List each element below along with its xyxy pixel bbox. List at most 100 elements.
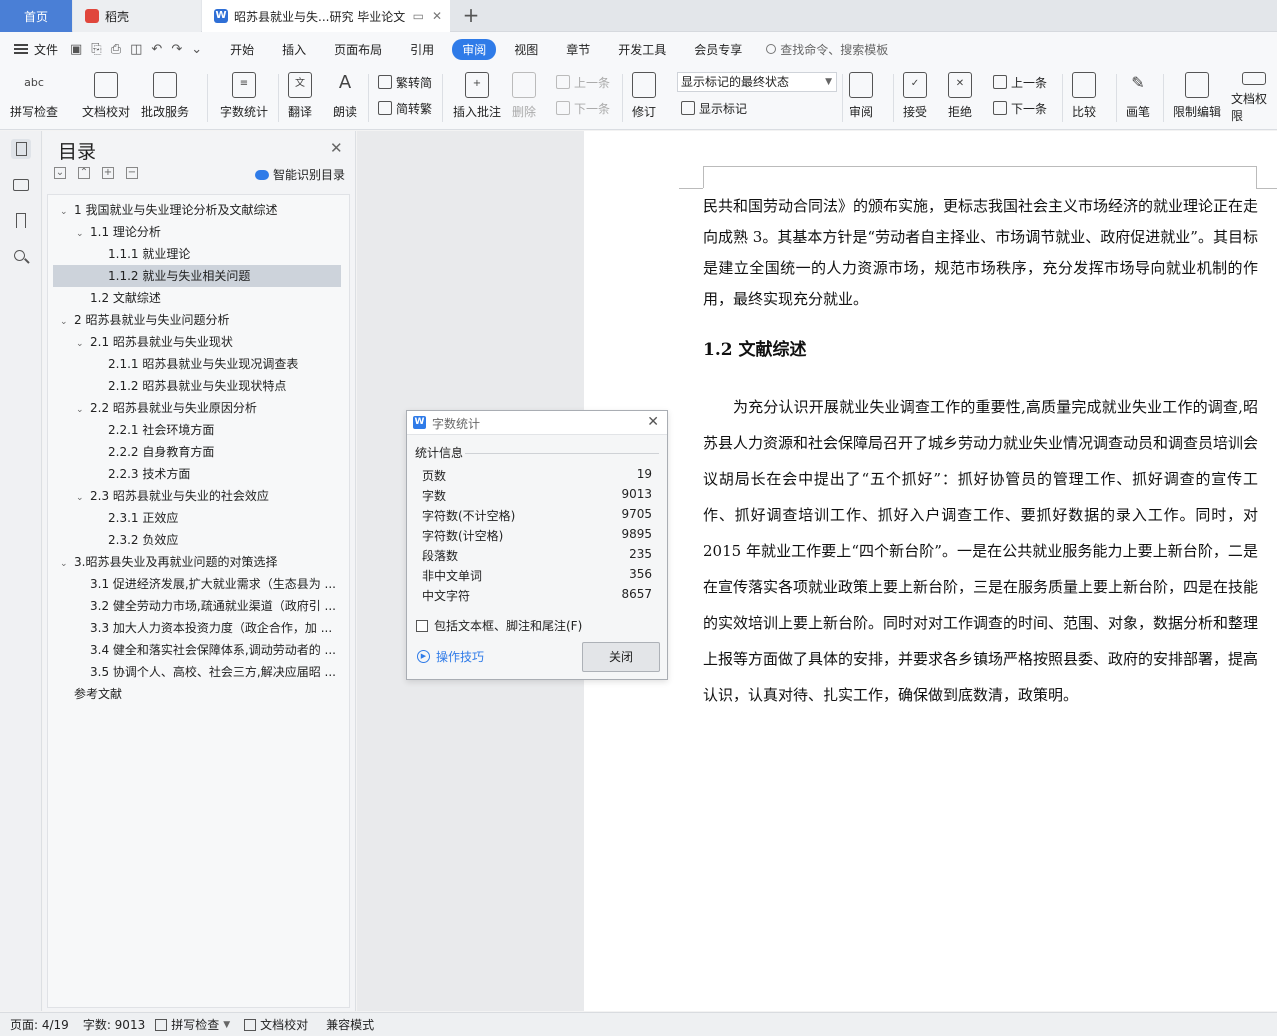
tips-link[interactable]: ▶ 操作技巧 <box>417 648 484 665</box>
next-change-button[interactable]: 下一条 <box>993 98 1047 118</box>
chevron-down-icon[interactable]: ⌄ <box>76 399 90 419</box>
command-search[interactable]: 查找命令、搜索模板 <box>766 41 888 58</box>
track-changes-button[interactable]: 修订 <box>632 70 656 124</box>
toc-item[interactable]: 1.1.2 就业与失业相关问题 <box>53 265 341 287</box>
document-body[interactable]: 民共和国劳动合同法》的颁布实施，更标志我国社会主义市场经济的就业理论正在走向成熟… <box>703 191 1258 713</box>
tab-close-icon[interactable]: ✕ <box>432 9 442 23</box>
chevron-down-icon[interactable]: ⌄ <box>60 311 74 331</box>
chevron-down-icon[interactable]: ⌄ <box>76 223 90 243</box>
menu-tab-developer[interactable]: 开发工具 <box>608 39 676 60</box>
toc-item[interactable]: ⌄ 2.3 昭苏县就业与失业的社会效应 <box>48 485 341 507</box>
redo-icon[interactable]: ↷ <box>171 42 182 57</box>
next-comment-button[interactable]: 下一条 <box>556 98 610 118</box>
toc-item[interactable]: 2.3.2 负效应 <box>48 529 341 551</box>
menu-tab-member[interactable]: 会员专享 <box>684 39 752 60</box>
tab-home[interactable]: 首页 <box>0 0 72 32</box>
prev-change-button[interactable]: 上一条 <box>993 72 1047 92</box>
print-icon[interactable]: ⎙ <box>111 42 121 57</box>
outline-nav-icon[interactable] <box>11 139 31 159</box>
toc-item[interactable]: 3.1 促进经济发展,扩大就业需求（生态县为 ... <box>48 573 341 595</box>
close-icon[interactable]: ✕ <box>330 139 343 157</box>
toc-item[interactable]: 3.3 加大人力资本投资力度（政企合作，加 ... <box>48 617 341 639</box>
read-aloud-button[interactable]: A 朗读 <box>333 70 357 124</box>
toc-item[interactable]: 2.3.1 正效应 <box>48 507 341 529</box>
toc-item[interactable]: 3.5 协调个人、高校、社会三方,解决应届昭 ... <box>48 661 341 683</box>
menu-tab-references[interactable]: 引用 <box>400 39 444 60</box>
chevron-down-icon[interactable]: ⌄ <box>60 553 74 573</box>
toc-item[interactable]: 2.2.2 自身教育方面 <box>48 441 341 463</box>
menu-tab-insert[interactable]: 插入 <box>272 39 316 60</box>
simp-to-trad-button[interactable]: 简转繁 <box>378 98 432 118</box>
delete-comment-button[interactable]: 删除 <box>512 70 536 124</box>
toc-item[interactable]: 3.4 健全和落实社会保障体系,调动劳动者的 ... <box>48 639 341 661</box>
add-level-icon[interactable]: + <box>102 167 114 179</box>
toc-item[interactable]: 1.2 文献综述 <box>48 287 341 309</box>
find-icon[interactable] <box>11 247 31 267</box>
include-textbox-checkbox[interactable]: 包括文本框、脚注和尾注(F) <box>416 617 582 634</box>
menu-tab-review[interactable]: 审阅 <box>452 38 497 60</box>
pen-button[interactable]: ✎ 画笔 <box>1126 70 1150 124</box>
tab-document[interactable]: W 昭苏县就业与失...研究 毕业论文 ▭ ✕ <box>202 0 450 32</box>
toc-item[interactable]: ⌄ 2.1 昭苏县就业与失业现状 <box>48 331 341 353</box>
dialog-title-bar[interactable]: W 字数统计 ✕ <box>407 411 667 435</box>
toc-item[interactable]: 2.2.3 技术方面 <box>48 463 341 485</box>
compare-button[interactable]: 比较 <box>1072 70 1096 124</box>
file-menu[interactable]: 文件 <box>0 41 70 58</box>
dialog-close-icon[interactable]: ✕ <box>647 414 659 430</box>
remove-level-icon[interactable]: − <box>126 167 138 179</box>
page-indicator[interactable]: 页面: 4/19 <box>10 1016 69 1033</box>
toc-item[interactable]: ⌄ 2.2 昭苏县就业与失业原因分析 <box>48 397 341 419</box>
prev-comment-button[interactable]: 上一条 <box>556 72 610 92</box>
toc-item[interactable]: 参考文献 <box>48 683 341 705</box>
toc-item[interactable]: ⌄ 1.1 理论分析 <box>48 221 341 243</box>
toc-item[interactable]: ⌄ 3.昭苏县失业及再就业问题的对策选择 <box>48 551 341 573</box>
toc-item[interactable]: 3.2 健全劳动力市场,疏通就业渠道（政府引 ... <box>48 595 341 617</box>
undo-icon[interactable]: ↶ <box>151 42 162 57</box>
doc-proof-status[interactable]: 文档校对 <box>244 1016 308 1033</box>
export-pdf-icon[interactable]: ⎘ <box>91 42 101 57</box>
trad-to-simp-button[interactable]: 繁转简 <box>378 72 432 92</box>
insert-comment-button[interactable]: + 插入批注 <box>453 70 501 124</box>
restrict-edit-button[interactable]: 限制编辑 <box>1173 70 1221 124</box>
accept-button[interactable]: ✓ 接受 <box>903 70 927 124</box>
chevron-down-icon[interactable]: ⌄ <box>76 333 90 353</box>
toc-item[interactable]: 2.1.1 昭苏县就业与失业现况调查表 <box>48 353 341 375</box>
menu-tab-section[interactable]: 章节 <box>556 39 600 60</box>
doc-permission-button[interactable]: 文档权限 <box>1231 70 1277 124</box>
toc-item[interactable]: ⌄ 1 我国就业与失业理论分析及文献综述 <box>48 199 341 221</box>
chapter-nav-icon[interactable] <box>11 175 31 195</box>
close-button[interactable]: 关闭 <box>582 642 660 672</box>
toc-item[interactable]: 2.2.1 社会环境方面 <box>48 419 341 441</box>
menu-tab-layout[interactable]: 页面布局 <box>324 39 392 60</box>
word-count-button[interactable]: ≡ 字数统计 <box>220 70 268 124</box>
bookmark-icon[interactable] <box>11 211 31 231</box>
tab-docer[interactable]: 稻壳 <box>73 0 201 32</box>
toc-item[interactable]: ⌄ 2 昭苏县就业与失业问题分析 <box>48 309 341 331</box>
review-pane-button[interactable]: 审阅 <box>849 70 873 124</box>
translate-button[interactable]: 文 翻译 <box>288 70 312 124</box>
doc-proof-button[interactable]: 文档校对 <box>82 70 130 124</box>
stat-label: 字符数(计空格) <box>422 529 504 543</box>
menu-tab-view[interactable]: 视图 <box>504 39 548 60</box>
show-markup-button[interactable]: 显示标记 <box>681 98 747 118</box>
spell-check-button[interactable]: abc 拼写检查 <box>10 70 58 124</box>
reject-button[interactable]: ✕ 拒绝 <box>948 70 972 124</box>
expand-up-icon[interactable]: ⌃ <box>78 167 90 179</box>
batch-service-button[interactable]: 批改服务 <box>141 70 189 124</box>
toc-item[interactable]: 1.1.1 就业理论 <box>48 243 341 265</box>
chevron-down-icon[interactable]: ⌄ <box>76 487 90 507</box>
markup-state-select[interactable]: 显示标记的最终状态 ▼ <box>677 72 837 92</box>
smart-toc-button[interactable]: 智能识别目录 <box>255 166 345 183</box>
menu-tab-start[interactable]: 开始 <box>220 39 264 60</box>
toc-item[interactable]: 2.1.2 昭苏县就业与失业现状特点 <box>48 375 341 397</box>
print-preview-icon[interactable]: ◫ <box>130 42 142 57</box>
word-count-indicator[interactable]: 字数: 9013 <box>83 1016 145 1033</box>
tab-monitor-icon[interactable]: ▭ <box>413 9 424 23</box>
document-page[interactable]: 民共和国劳动合同法》的颁布实施，更标志我国社会主义市场经济的就业理论正在走向成熟… <box>584 131 1277 1011</box>
more-icon[interactable]: ⌄ <box>191 42 202 57</box>
spell-check-status[interactable]: 拼写检查 ▼ <box>155 1016 230 1033</box>
new-tab-button[interactable]: + <box>460 4 482 26</box>
chevron-down-icon[interactable]: ⌄ <box>60 201 74 221</box>
save-icon[interactable]: ▣ <box>70 42 82 57</box>
collapse-all-icon[interactable]: ⌄ <box>54 167 66 179</box>
